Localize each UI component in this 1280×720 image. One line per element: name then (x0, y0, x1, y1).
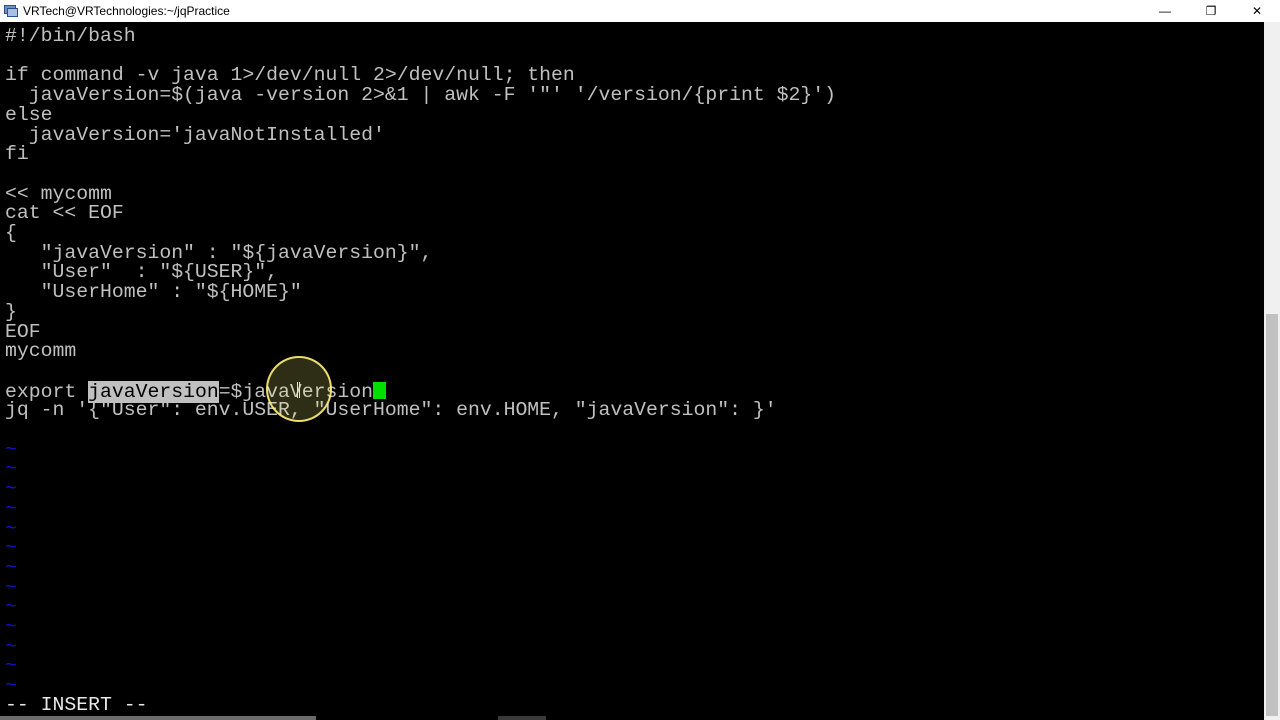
restore-button[interactable]: ❐ (1188, 0, 1234, 22)
empty-line-tilde: ~ (5, 616, 17, 638)
window-titlebar[interactable]: VRTech@VRTechnologies:~/jqPractice — ❐ ✕ (0, 0, 1280, 22)
text-cursor (373, 381, 387, 399)
code-line: javaVersion='javaNotInstalled' (5, 123, 385, 146)
code-line: "UserHome" : "${HOME}" (5, 281, 302, 304)
code-line: #!/bin/bash (5, 25, 136, 47)
minimize-icon: — (1159, 4, 1171, 18)
empty-line-tilde: ~ (5, 556, 17, 579)
bottom-edge-strip (498, 716, 546, 720)
code-line: cat << EOF (5, 202, 124, 225)
terminal-scrollbar[interactable] (1264, 22, 1280, 720)
close-icon: ✕ (1251, 4, 1263, 18)
code-line: javaVersion=$(java -version 2>&1 | awk -… (5, 84, 836, 107)
minimize-button[interactable]: — (1142, 0, 1188, 22)
scrollbar-thumb[interactable] (1266, 314, 1278, 716)
window-title: VRTech@VRTechnologies:~/jqPractice (23, 4, 230, 18)
close-button[interactable]: ✕ (1234, 0, 1280, 22)
bottom-edge-strip (0, 716, 316, 720)
code-line: else (5, 103, 53, 126)
vim-editor[interactable]: #!/bin/bash if command -v java 1>/dev/nul… (0, 22, 1264, 720)
terminal-app-icon (4, 5, 18, 17)
ibeam-cursor-icon (297, 382, 300, 398)
code-line: } (5, 300, 17, 323)
code-line-jq: jq -n '{"User": env.USER, "UserHome": en… (5, 399, 777, 422)
code-line: fi (5, 143, 29, 166)
code-line: { (5, 222, 17, 244)
empty-line-tilde: ~ (5, 497, 17, 520)
code-line: mycomm (5, 340, 77, 363)
restore-icon: ❐ (1205, 4, 1217, 18)
vim-mode-indicator: -- INSERT -- (5, 694, 148, 716)
